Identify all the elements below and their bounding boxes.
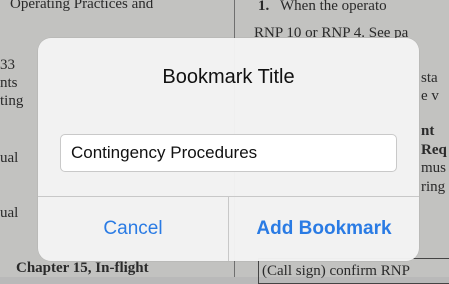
doc-text: Operating Practices and	[10, 0, 154, 12]
doc-text: nt	[421, 123, 435, 139]
add-bookmark-button[interactable]: Add Bookmark	[228, 197, 419, 261]
bookmark-title-input[interactable]	[60, 134, 397, 172]
dialog-button-row: Cancel Add Bookmark	[38, 196, 419, 261]
doc-text: mus	[421, 160, 447, 176]
doc-text: When the operato	[280, 0, 387, 14]
doc-text: Req	[421, 142, 447, 158]
bookmark-dialog: Bookmark Title Cancel Add Bookmark	[38, 38, 419, 261]
doc-text: e v	[421, 88, 439, 104]
doc-text: 33	[0, 57, 15, 73]
doc-text: nts	[0, 75, 18, 91]
doc-text: ual	[0, 150, 19, 166]
cancel-button[interactable]: Cancel	[38, 197, 228, 261]
dialog-title: Bookmark Title	[162, 66, 295, 88]
doc-heading: Chapter 15, In-flight	[16, 260, 149, 276]
doc-text: 1.	[258, 0, 270, 14]
doc-text: ual	[0, 205, 19, 221]
doc-text: ting	[0, 93, 24, 109]
doc-text: sta	[421, 70, 438, 86]
doc-text: ring	[421, 179, 446, 195]
